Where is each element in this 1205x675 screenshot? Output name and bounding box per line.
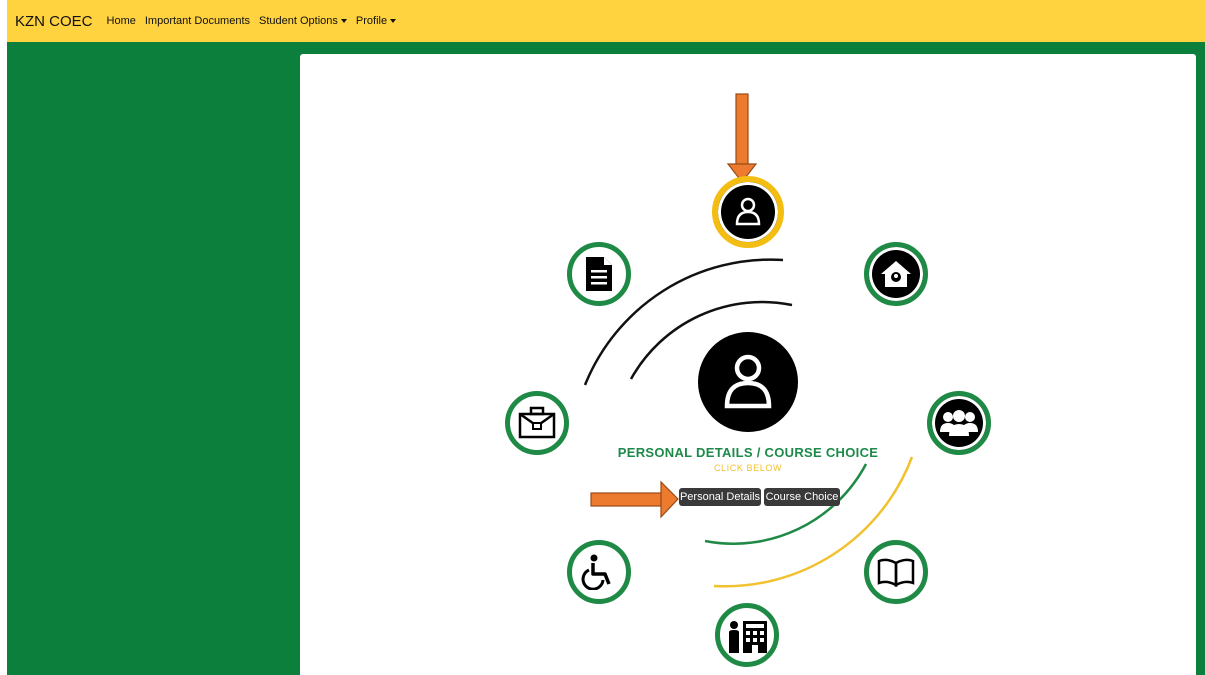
- nav-home-label: Home: [106, 15, 136, 27]
- page-edge: [0, 0, 7, 675]
- wheel-user-button[interactable]: [712, 176, 784, 248]
- content-panel: PERSONAL DETAILS / COURSE CHOICE CLICK B…: [300, 54, 1196, 675]
- section-subtitle: CLICK BELOW: [713, 463, 783, 473]
- document-icon: [586, 257, 612, 291]
- wheel-disability-button[interactable]: [567, 540, 631, 604]
- nav-important-documents-label: Important Documents: [144, 15, 251, 27]
- user-icon: [724, 354, 772, 409]
- personal-details-button[interactable]: Personal Details: [679, 488, 761, 506]
- wheel-group-button[interactable]: [927, 391, 991, 455]
- wheel-home-button[interactable]: [864, 242, 928, 306]
- brand-logo[interactable]: KZN COEC: [15, 13, 93, 30]
- caret-down-icon: [390, 19, 397, 23]
- nav-profile-label: Profile: [355, 15, 388, 27]
- arrow-right-indicator: [590, 480, 679, 519]
- nav-important-documents[interactable]: Important Documents: [145, 15, 250, 27]
- user-icon: [735, 197, 761, 226]
- college-icon: [729, 621, 767, 653]
- wheel-documents-button[interactable]: [567, 242, 631, 306]
- section-title: PERSONAL DETAILS / COURSE CHOICE: [617, 445, 879, 460]
- caret-down-icon: [340, 19, 347, 23]
- course-choice-button[interactable]: Course Choice: [764, 488, 840, 506]
- wheelchair-icon: [581, 554, 611, 590]
- nav-student-options-label: Student Options: [259, 15, 338, 27]
- home-location-icon: [881, 261, 911, 287]
- center-user-badge: [698, 332, 798, 432]
- wheel-work-button[interactable]: [505, 391, 569, 455]
- briefcase-icon: [518, 406, 556, 439]
- wheel-book-button[interactable]: [864, 540, 928, 604]
- nav-home[interactable]: Home: [107, 15, 136, 27]
- wheel-college-button[interactable]: [715, 603, 779, 667]
- nav-profile-dropdown[interactable]: Profile: [355, 15, 397, 27]
- top-navbar: KZN COEC Home Important Documents Studen…: [7, 0, 1205, 42]
- arrow-down-indicator: [726, 93, 758, 183]
- group-icon: [940, 410, 978, 436]
- nav-student-options-dropdown[interactable]: Student Options: [259, 15, 347, 27]
- book-icon: [877, 558, 915, 587]
